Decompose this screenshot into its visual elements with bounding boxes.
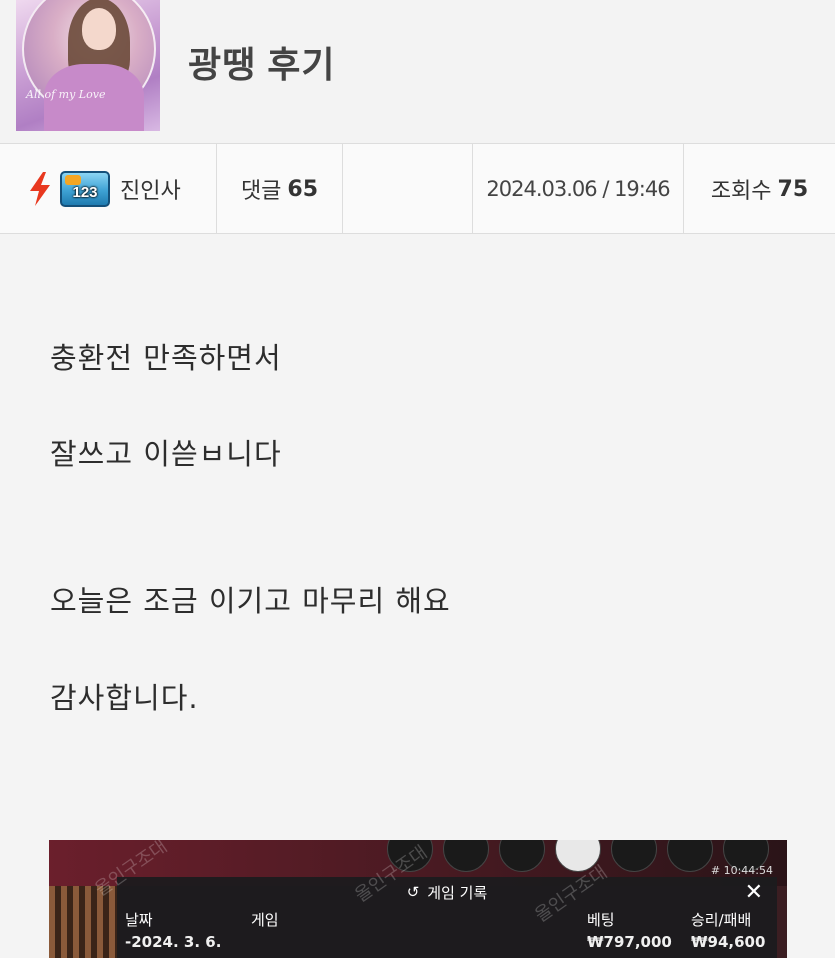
comments-count: 65: [287, 176, 319, 202]
post-thumbnail[interactable]: All of my Love: [16, 0, 160, 131]
column-bet: 베팅: [587, 911, 615, 929]
views-count: 75: [777, 176, 809, 202]
row-result: ₩94,600: [691, 933, 766, 951]
row-bet: ₩797,000: [587, 933, 672, 951]
column-date: 날짜: [125, 911, 153, 929]
modal-header: ↺ 게임 기록 ✕: [117, 877, 777, 907]
comments-cell[interactable]: 댓글 65: [217, 144, 343, 234]
column-result: 승리/패배: [691, 911, 752, 929]
screenshot-time: # 10:44:54: [710, 864, 773, 877]
post-datetime: 2024.03.06 / 19:46: [473, 144, 684, 234]
screenshot-button: [667, 840, 713, 872]
embedded-screenshot[interactable]: # 10:44:54 ↺ 게임 기록 ✕ 날짜 게임 베팅 승리/패배 -202…: [49, 840, 787, 958]
body-line: 오늘은 조금 이기고 마무리 해요: [50, 584, 451, 618]
comments-label: 댓글: [240, 179, 282, 204]
views-cell: 조회수 75: [684, 144, 835, 234]
game-history-modal: ↺ 게임 기록 ✕ 날짜 게임 베팅 승리/패배 -2024. 3. 6. ₩7…: [117, 877, 777, 958]
history-icon: ↺: [406, 883, 420, 901]
modal-title: 게임 기록: [427, 883, 488, 902]
views-label: 조회수: [710, 179, 772, 204]
post-header: All of my Love 광땡 후기: [0, 0, 835, 144]
body-line: 감사합니다.: [50, 681, 199, 715]
post-meta-bar: 123 진인사 댓글 65 2024.03.06 / 19:46 조회수 75: [0, 144, 835, 234]
close-icon: ✕: [744, 880, 763, 905]
screenshot-button: [499, 840, 545, 872]
post-title: 광땡 후기: [188, 44, 336, 85]
author-cell[interactable]: 123 진인사: [0, 144, 217, 234]
lightning-icon: [30, 172, 50, 206]
screenshot-button: [611, 840, 657, 872]
body-line: 충환전 만족하면서: [50, 341, 282, 375]
screenshot-button: [443, 840, 489, 872]
level-badge-icon: 123: [60, 171, 110, 207]
thumbnail-script: All of my Love: [26, 88, 106, 101]
empty-meta-cell: [343, 144, 473, 234]
body-line: 잘쓰고 이쓷ㅂ니다: [50, 437, 282, 471]
column-game: 게임: [251, 911, 279, 929]
row-date: -2024. 3. 6.: [125, 933, 222, 951]
thumbnail-face: [82, 8, 116, 50]
level-number: 123: [72, 183, 98, 201]
author-name[interactable]: 진인사: [120, 173, 181, 205]
